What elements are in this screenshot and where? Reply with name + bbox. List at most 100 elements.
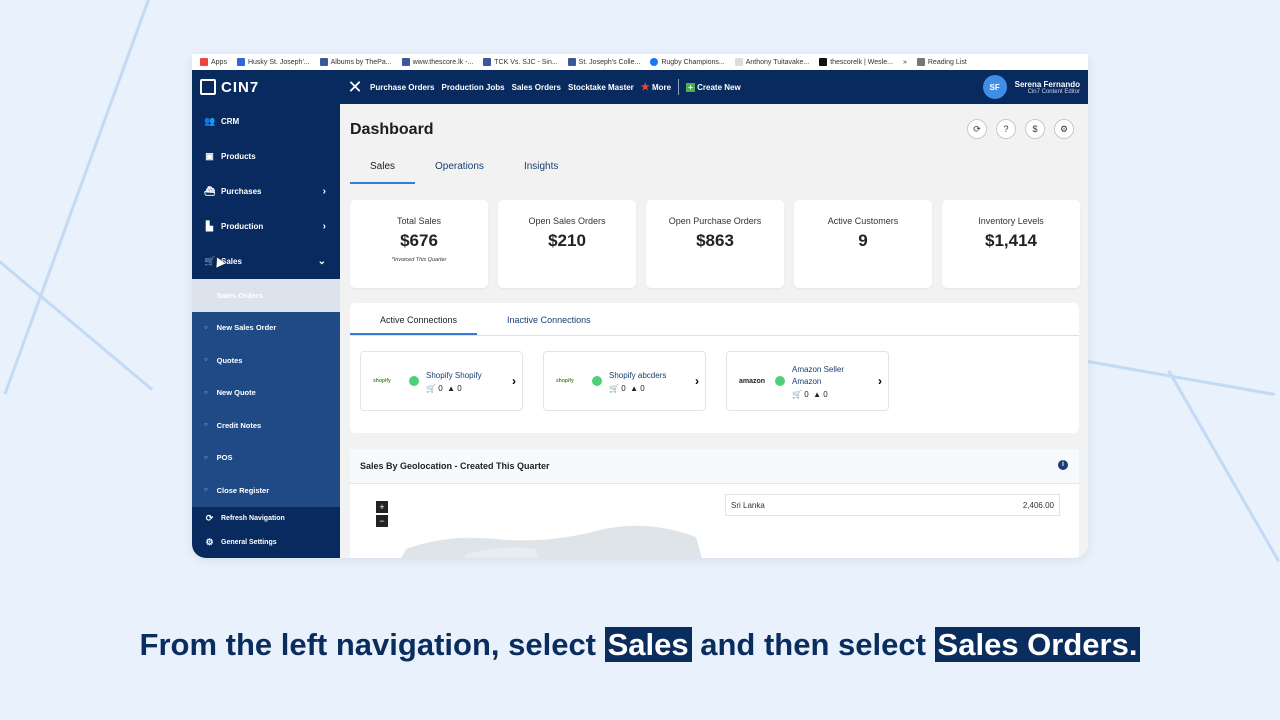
- help-icon[interactable]: ?: [996, 119, 1016, 139]
- cart-icon: 🛒: [426, 383, 436, 393]
- bookmark[interactable]: thescorelk | Wesle...: [819, 58, 893, 66]
- caption-highlight: Sales: [604, 627, 692, 662]
- sidebar-item-production[interactable]: ▙ Production ›: [192, 209, 340, 244]
- currency-icon[interactable]: $: [1025, 119, 1045, 139]
- background-line: [3, 0, 151, 395]
- kpi-card-open-purchase-orders[interactable]: Open Purchase Orders $863: [646, 200, 784, 288]
- geo-table-row: Sri Lanka 2,406.00: [725, 494, 1060, 516]
- sidebar-subitem-new-quote[interactable]: ○ New Quote: [192, 377, 340, 410]
- geolocation-panel: Sales By Geolocation - Created This Quar…: [350, 449, 1079, 558]
- chevron-right-icon[interactable]: ›: [695, 374, 699, 388]
- sidebar: 👥 CRM ▣ Products ⛴ Purchases › ▙ Production › …: [192, 104, 340, 558]
- zoom-in-button[interactable]: +: [376, 501, 388, 513]
- tutorial-caption: From the left navigation, select Sales a…: [0, 627, 1280, 663]
- bookmark[interactable]: Apps: [200, 58, 227, 66]
- cin7-logo[interactable]: CIN7: [192, 79, 340, 96]
- tab-insights[interactable]: Insights: [504, 156, 578, 184]
- facebook-icon: [567, 58, 576, 66]
- status-dot: [775, 376, 785, 386]
- bookmarks-overflow-button[interactable]: »: [903, 59, 907, 66]
- connection-info: Shopify Shopify 🛒 0 ▲ 0: [426, 370, 482, 393]
- box-icon: ▣: [205, 151, 214, 161]
- shopify-logo-icon: shopify: [373, 378, 391, 384]
- sidebar-subitem-close-register[interactable]: ○ Close Register: [192, 474, 340, 507]
- bullet-icon: ○: [204, 357, 208, 364]
- user-info: Serena Fernando Cin7 Content Editor: [1015, 80, 1080, 95]
- bookmark[interactable]: www.thescore.lk -...: [401, 58, 473, 66]
- kpi-card-total-sales[interactable]: Total Sales $676 *Invoiced This Quarter: [350, 200, 488, 288]
- bookmark[interactable]: Rugby Champions...: [650, 58, 725, 66]
- sidebar-subitem-credit-notes[interactable]: ○ Credit Notes: [192, 409, 340, 442]
- close-icon[interactable]: ✕: [340, 77, 370, 98]
- nav-stocktake-master[interactable]: Stocktake Master: [568, 83, 634, 92]
- bookmarks-bar: Apps Husky St. Joseph'... Albums by TheP…: [192, 54, 1088, 70]
- kpi-card-open-sales-orders[interactable]: Open Sales Orders $210: [498, 200, 636, 288]
- facebook-icon: [650, 58, 659, 66]
- chevron-right-icon: ›: [322, 221, 326, 232]
- geo-country: Sri Lanka: [731, 500, 765, 510]
- sidebar-subitem-new-sales-order[interactable]: ○ New Sales Order: [192, 312, 340, 345]
- sidebar-general-settings[interactable]: ⚙ General Settings: [192, 531, 340, 555]
- nav-purchase-orders[interactable]: Purchase Orders: [370, 83, 434, 92]
- facebook-icon: [319, 58, 328, 66]
- warning-icon: ▲: [630, 383, 639, 393]
- connection-card-shopify-abcders[interactable]: shopify Shopify abcders 🛒 0 ▲ 0 ›: [543, 351, 706, 411]
- user-name: Serena Fernando: [1014, 79, 1080, 89]
- bullet-icon: ○: [204, 454, 208, 461]
- sidebar-subitem-sales-orders[interactable]: ○ Sales Orders: [192, 279, 340, 312]
- reading-list-icon: [916, 58, 925, 66]
- reading-list-button[interactable]: Reading List: [916, 58, 967, 66]
- user-menu[interactable]: SF Serena Fernando Cin7 Content Editor: [982, 75, 1088, 99]
- kpi-label: Active Customers: [827, 216, 899, 226]
- cart-icon: 🛒: [792, 389, 802, 399]
- map-zoom-controls: + −: [376, 501, 388, 529]
- sidebar-footer: ⟳ Refresh Navigation ⚙ General Settings: [192, 507, 340, 555]
- sidebar-refresh-navigation[interactable]: ⟳ Refresh Navigation: [192, 507, 340, 531]
- nav-create-new[interactable]: + Create New: [686, 82, 741, 92]
- nav-more[interactable]: ★ More: [641, 82, 671, 93]
- gear-icon[interactable]: ⚙: [1054, 119, 1074, 139]
- connection-card-amazon[interactable]: amazon Amazon Seller Amazon 🛒 0 ▲ 0 ›: [726, 351, 889, 411]
- chevron-right-icon: ›: [322, 186, 326, 197]
- bookmark[interactable]: TCK Vs. SJC - Sin...: [483, 58, 558, 66]
- kpi-card-active-customers[interactable]: Active Customers 9: [794, 200, 932, 288]
- kpi-value: $1,414: [985, 231, 1037, 250]
- chevron-right-icon[interactable]: ›: [512, 374, 516, 388]
- connection-counts: 🛒 0 ▲ 0: [792, 389, 828, 399]
- sidebar-item-purchases[interactable]: ⛴ Purchases ›: [192, 174, 340, 209]
- bookmark[interactable]: Husky St. Joseph'...: [236, 58, 310, 66]
- nav-production-jobs[interactable]: Production Jobs: [441, 83, 504, 92]
- zoom-out-button[interactable]: −: [376, 515, 388, 527]
- tab-operations[interactable]: Operations: [415, 156, 504, 184]
- warning-icon: ▲: [447, 383, 456, 393]
- info-icon[interactable]: i: [1058, 460, 1068, 470]
- browser-window: Apps Husky St. Joseph'... Albums by TheP…: [192, 54, 1088, 558]
- t-icon: [819, 58, 828, 66]
- sidebar-item-products[interactable]: ▣ Products: [192, 139, 340, 174]
- bookmark[interactable]: Anthony Tuitavake...: [734, 58, 809, 66]
- bookmark[interactable]: St. Joseph's Colle...: [567, 58, 640, 66]
- chevron-right-icon[interactable]: ›: [878, 374, 882, 388]
- nav-sales-orders[interactable]: Sales Orders: [512, 83, 561, 92]
- refresh-icon[interactable]: ⟳: [967, 119, 987, 139]
- sidebar-subitem-quotes[interactable]: ○ Quotes: [192, 344, 340, 377]
- bookmark[interactable]: Albums by ThePa...: [319, 58, 392, 66]
- tab-active-connections[interactable]: Active Connections: [350, 303, 478, 335]
- star-icon: ★: [640, 81, 650, 93]
- sidebar-subitem-pos[interactable]: ○ POS: [192, 442, 340, 475]
- tab-sales[interactable]: Sales: [350, 156, 416, 184]
- user-role: Cin7 Content Editor: [1027, 88, 1080, 95]
- connection-card-shopify[interactable]: shopify Shopify Shopify 🛒 0 ▲ 0 ›: [360, 351, 523, 411]
- sidebar-item-crm[interactable]: 👥 CRM: [192, 104, 340, 139]
- facebook-icon: [483, 58, 492, 66]
- connection-name: Shopify abcders: [609, 370, 667, 380]
- nav-divider: [678, 79, 680, 95]
- bullet-icon: ○: [204, 292, 208, 299]
- tab-inactive-connections[interactable]: Inactive Connections: [477, 303, 611, 335]
- status-dot: [409, 376, 419, 386]
- connection-counts: 🛒 0 ▲ 0: [609, 383, 645, 393]
- kpi-card-inventory-levels[interactable]: Inventory Levels $1,414: [942, 200, 1080, 288]
- background-line: [1167, 370, 1280, 563]
- bullet-icon: ○: [204, 389, 208, 396]
- world-map[interactable]: [366, 509, 705, 558]
